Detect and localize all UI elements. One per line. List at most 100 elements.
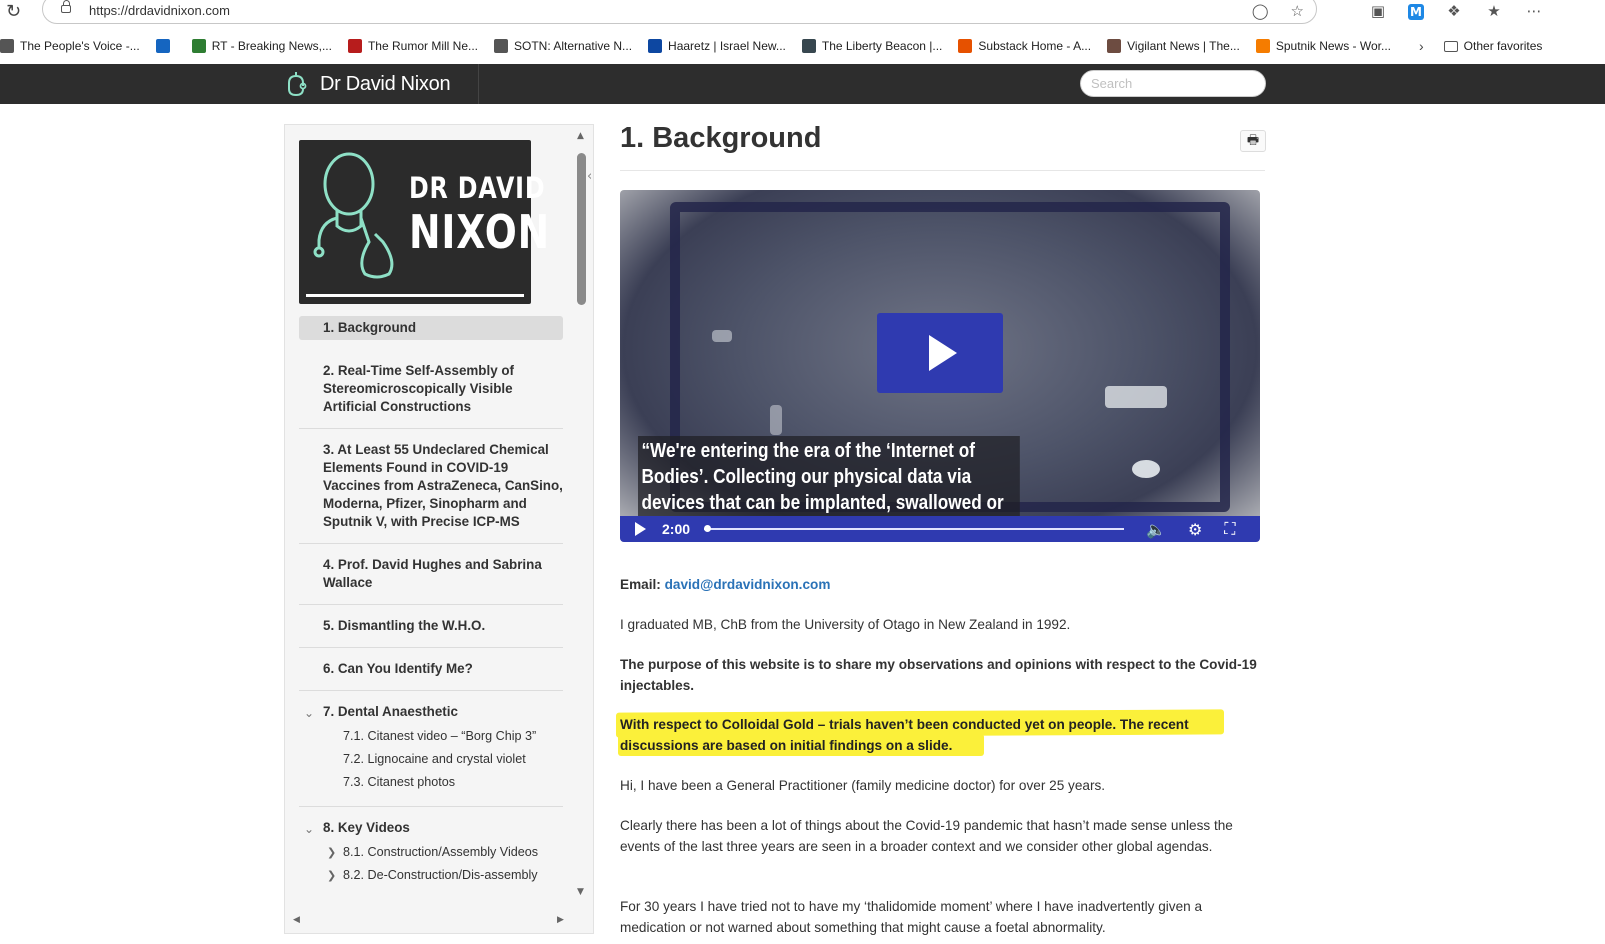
bookmark-item[interactable] xyxy=(155,39,176,53)
video-player[interactable]: “We're entering the era of the ‘Internet… xyxy=(620,190,1260,542)
site-logo[interactable]: DR DAVID NIXON xyxy=(299,140,549,304)
toc-item-label[interactable]: 4. Prof. David Hughes and Sabrina Wallac… xyxy=(323,557,542,590)
play-icon[interactable] xyxy=(635,522,646,536)
bookmark-label[interactable]: Sputnik News - Wor... xyxy=(1276,39,1391,53)
paragraph-pandemic: Clearly there has been a lot of things a… xyxy=(620,818,1233,854)
bookmark-label[interactable]: Haaretz | Israel New... xyxy=(668,39,786,53)
scroll-right-arrow-icon[interactable]: ▶ xyxy=(557,915,564,925)
bookmark-label[interactable]: Vigilant News | The... xyxy=(1127,39,1240,53)
paragraph-gp: Hi, I have been a General Practitioner (… xyxy=(620,778,1106,793)
reload-icon[interactable]: ↻ xyxy=(6,1,21,22)
doctor-figure-icon xyxy=(313,152,394,279)
bookmark-item[interactable]: Sputnik News - Wor... xyxy=(1255,39,1391,53)
bookmark-item[interactable]: RT - Breaking News,... xyxy=(191,39,332,53)
video-glint xyxy=(770,405,782,435)
m-extension-icon[interactable]: M xyxy=(1408,4,1424,20)
scrollbar-thumb[interactable] xyxy=(577,153,586,305)
search-icon xyxy=(155,39,170,53)
more-menu-icon[interactable]: ⋯ xyxy=(1524,1,1544,21)
toc-subitem[interactable]: 7.2. Lignocaine and crystal violet xyxy=(323,748,563,771)
highlighted-paragraph: With respect to Colloidal Gold – trials … xyxy=(616,709,1260,756)
toc-item[interactable]: 4. Prof. David Hughes and Sabrina Wallac… xyxy=(299,544,563,605)
toc-item-label[interactable]: 5. Dismantling the W.H.O. xyxy=(323,618,485,633)
toc-subitem[interactable]: 7.1. Citanest video – “Borg Chip 3” xyxy=(323,725,563,748)
table-of-contents: 1. Background 2. Real-Time Self-Assembly… xyxy=(299,316,563,899)
toc-subitem-label[interactable]: 8.1. Construction/Assembly Videos xyxy=(343,845,538,859)
bookmark-label[interactable]: RT - Breaking News,... xyxy=(212,39,332,53)
site-brand-name[interactable]: Dr David Nixon xyxy=(320,73,451,96)
chevron-right-icon[interactable]: ❯ xyxy=(327,841,336,864)
video-glint xyxy=(1105,386,1167,408)
video-progress-knob[interactable] xyxy=(704,525,712,532)
favorite-star-icon[interactable]: ☆ xyxy=(1291,2,1304,20)
bookmark-label[interactable]: The Liberty Beacon |... xyxy=(822,39,943,53)
toc-subitem[interactable]: ❯ 8.2. De-Construction/Dis-assembly xyxy=(323,864,563,887)
bookmark-label[interactable]: The Rumor Mill Ne... xyxy=(368,39,478,53)
bookmark-favicon-icon xyxy=(494,39,508,53)
sidebar: DR DAVID NIXON 1. Background 2. Real-Tim… xyxy=(284,124,594,934)
bookmark-item[interactable]: Vigilant News | The... xyxy=(1107,39,1240,53)
puzzle-extensions-icon[interactable]: ❖ xyxy=(1444,1,1464,21)
extension-icon[interactable]: ▣ xyxy=(1368,1,1388,21)
scroll-up-arrow-icon[interactable]: ▲ xyxy=(577,131,584,141)
bookmark-item[interactable]: The Rumor Mill Ne... xyxy=(347,39,478,53)
toc-item[interactable]: 6. Can You Identify Me? xyxy=(299,648,563,691)
bookmark-favicon-icon xyxy=(801,39,816,53)
reader-mode-icon[interactable]: ◯ xyxy=(1252,2,1269,20)
page-title: 1. Background xyxy=(620,122,822,154)
toc-item[interactable]: 5. Dismantling the W.H.O. xyxy=(299,605,563,648)
chevron-right-icon[interactable]: ❯ xyxy=(327,864,336,887)
bookmark-item[interactable]: Haaretz | Israel New... xyxy=(648,39,786,53)
more-bookmarks-chevron-icon[interactable]: › xyxy=(1419,38,1424,54)
toc-item[interactable]: 2. Real-Time Self-Assembly of Stereomicr… xyxy=(299,350,563,429)
paragraph-graduated: I graduated MB, ChB from the University … xyxy=(620,617,1071,632)
collapse-sidebar-icon[interactable]: ‹ xyxy=(587,169,592,184)
site-brand-link[interactable]: Dr David Nixon xyxy=(284,64,480,104)
toc-subitem-label[interactable]: 8.2. De-Construction/Dis-assembly xyxy=(343,868,538,882)
toc-item-label[interactable]: 8. Key Videos xyxy=(323,820,410,835)
print-button[interactable]: 🖶 xyxy=(1240,130,1266,152)
bookmark-item[interactable]: The People's Voice -... xyxy=(0,39,140,53)
email-link[interactable]: david@drdavidnixon.com xyxy=(665,577,831,592)
video-time: 2:00 xyxy=(662,521,691,537)
bookmark-favicon-icon xyxy=(1107,39,1122,53)
bookmark-item[interactable]: SOTN: Alternative N... xyxy=(494,39,632,53)
toc-item[interactable]: 3. At Least 55 Undeclared Chemical Eleme… xyxy=(299,429,563,544)
toc-item-key-videos[interactable]: ⌄ 8. Key Videos ❯ 8.1. Construction/Assem… xyxy=(299,807,563,899)
bookmark-label[interactable]: The People's Voice -... xyxy=(20,39,140,53)
url-text[interactable]: https://drdavidnixon.com xyxy=(89,3,230,18)
toc-item-background[interactable]: 1. Background xyxy=(299,316,563,340)
fullscreen-icon[interactable]: ⛶ xyxy=(1224,519,1235,539)
bookmark-label[interactable]: Substack Home - A... xyxy=(978,39,1091,53)
other-favorites-label[interactable]: Other favorites xyxy=(1464,39,1543,53)
toc-item-dental-anaesthetic[interactable]: ⌄ 7. Dental Anaesthetic 7.1. Citanest vi… xyxy=(299,691,563,807)
video-progress-track[interactable] xyxy=(704,525,1125,532)
chevron-down-icon[interactable]: ⌄ xyxy=(304,704,314,722)
video-controls: 2:00 🔈 ⚙ ⛶ xyxy=(620,516,1260,542)
toc-subitem[interactable]: 7.3. Citanest photos xyxy=(323,771,563,794)
address-bar[interactable]: https://drdavidnixon.com ◯ ☆ xyxy=(42,0,1317,24)
email-label: Email: xyxy=(620,577,661,592)
bookmark-label[interactable]: SOTN: Alternative N... xyxy=(514,39,632,53)
toc-item-label[interactable]: 2. Real-Time Self-Assembly of Stereomicr… xyxy=(323,363,514,414)
toc-item-label[interactable]: 3. At Least 55 Undeclared Chemical Eleme… xyxy=(323,442,563,529)
bookmark-item[interactable]: Substack Home - A... xyxy=(958,39,1091,53)
chevron-down-icon[interactable]: ⌄ xyxy=(304,820,314,838)
sidebar-vertical-scrollbar[interactable]: ▲ ▼ xyxy=(575,131,589,915)
toc-subitem[interactable]: ❯ 8.1. Construction/Assembly Videos xyxy=(323,841,563,864)
folder-icon xyxy=(1443,40,1458,52)
settings-gear-icon[interactable]: ⚙ xyxy=(1188,520,1202,539)
toc-item-label[interactable]: 6. Can You Identify Me? xyxy=(323,661,473,676)
toc-item-label[interactable]: 7. Dental Anaesthetic xyxy=(323,704,458,719)
bookmark-item[interactable]: The Liberty Beacon |... xyxy=(801,39,943,53)
favorites-icon[interactable]: ★ xyxy=(1484,1,1504,21)
stethoscope-icon xyxy=(288,72,307,97)
scroll-down-arrow-icon[interactable]: ▼ xyxy=(577,887,584,897)
scroll-left-arrow-icon[interactable]: ◀ xyxy=(293,915,300,925)
site-search-input[interactable] xyxy=(1080,70,1266,97)
other-favorites-folder[interactable]: Other favorites xyxy=(1443,39,1543,53)
lock-icon[interactable] xyxy=(61,0,71,13)
volume-icon[interactable]: 🔈 xyxy=(1146,520,1166,539)
sidebar-horizontal-scrollbar[interactable]: ◀ ▶ xyxy=(293,915,575,929)
video-play-button[interactable] xyxy=(877,313,1003,393)
